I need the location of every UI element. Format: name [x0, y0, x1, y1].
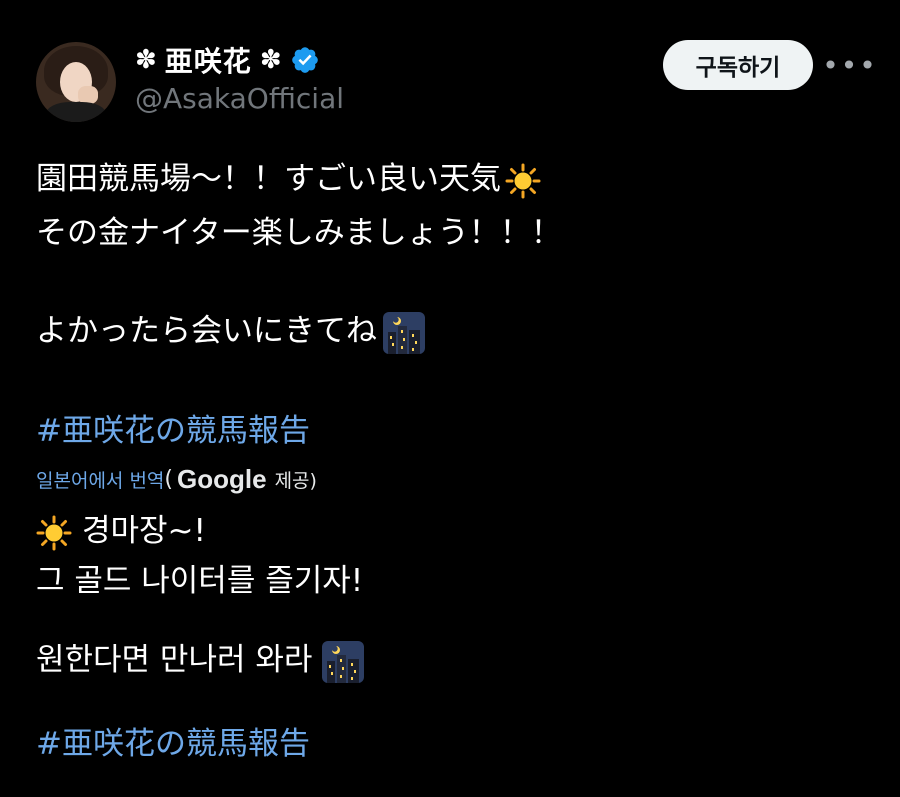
translation-line-3: 원한다면 만나러 와라 [36, 634, 365, 683]
provided-label: 제공) [274, 469, 317, 492]
translation-line-2: 그 골드 나이터를 즐기자! [36, 563, 364, 599]
tweet-hashtag[interactable]: #亜咲花の競馬報告 [36, 405, 310, 450]
tweet-text-1: 園田競馬場〜！！すごい良い天気 [36, 161, 501, 197]
tweet-text-3: よかったら会いにきてね [36, 313, 377, 349]
author-handle[interactable]: @AsakaOfficial [135, 82, 344, 115]
tweet-header: ✽ 亜咲花 ✽ @AsakaOfficial 구독하기 ••• [0, 0, 900, 130]
flower-prefix: ✽ [135, 45, 157, 75]
more-dots-icon[interactable]: ••• [822, 48, 876, 82]
translation-text-3: 원한다면 만나러 와라 [36, 642, 313, 678]
sun-emoji-icon [36, 515, 72, 550]
tweet-line-2: その金ナイター楽しみましょう！！！ [36, 215, 562, 251]
follow-button[interactable]: 구독하기 [663, 40, 813, 90]
translation-text-1: 경마장~! [82, 513, 206, 549]
translated-from-link[interactable]: 일본어에서 번역 [36, 466, 164, 493]
avatar[interactable] [36, 42, 116, 122]
translation-attribution: 일본어에서 번역 ( Google 제공) [36, 462, 317, 496]
author-name-row[interactable]: ✽ 亜咲花 ✽ [135, 40, 320, 80]
open-paren: ( [164, 466, 173, 492]
verified-badge-icon [291, 47, 318, 73]
night-city-emoji-icon [383, 311, 425, 354]
tweet-line-3: よかったら会いにきてね [36, 305, 425, 354]
tweet-line-1: 園田競馬場〜！！すごい良い天気 [36, 153, 541, 199]
translation-line-1: 경마장~! [36, 505, 206, 551]
sun-emoji-icon [505, 163, 541, 198]
night-city-emoji-icon [322, 640, 365, 683]
flower-suffix: ✽ [259, 45, 282, 75]
google-logo: Google [177, 463, 267, 494]
translation-hashtag[interactable]: #亜咲花の競馬報告 [36, 718, 310, 763]
display-name[interactable]: 亜咲花 [165, 40, 252, 80]
